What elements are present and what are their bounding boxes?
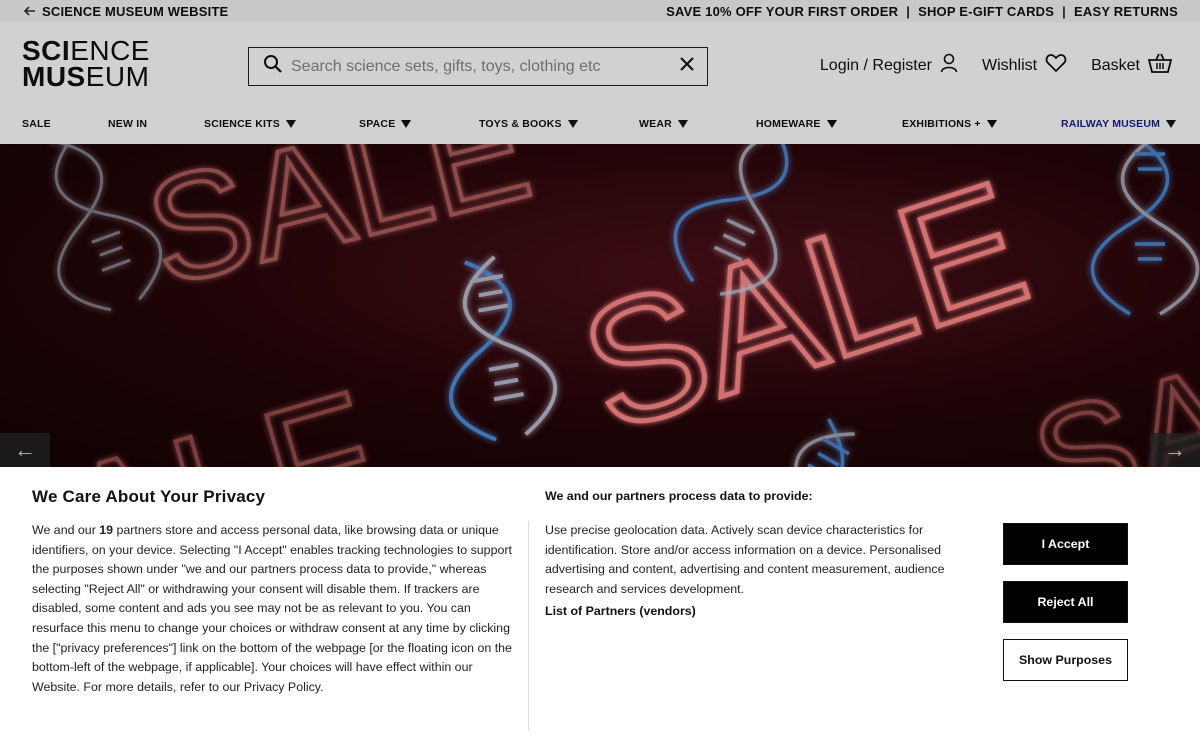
- promo-easy-returns[interactable]: EASY RETURNS: [1074, 4, 1178, 19]
- panel-divider: [528, 521, 529, 731]
- main-navigation: SALE NEW IN SCIENCE KITS SPACE TOYS & BO…: [0, 108, 1200, 144]
- purposes-heading: We and our partners process data to prov…: [545, 489, 813, 503]
- nav-item-new-in[interactable]: NEW IN: [108, 118, 147, 130]
- caret-down-icon: [1166, 120, 1177, 128]
- header-account-links: Login / Register Wishlist Basket: [820, 52, 1173, 79]
- nav-item-exhibitions[interactable]: EXHIBITIONS +: [902, 118, 997, 130]
- privacy-title: We Care About Your Privacy: [32, 487, 266, 506]
- caret-down-icon: [986, 120, 997, 128]
- carousel-next-button[interactable]: →: [1150, 433, 1200, 467]
- privacy-body-rest: partners store and access personal data,…: [32, 523, 512, 694]
- nav-label: RAILWAY MUSEUM: [1061, 118, 1161, 130]
- back-link-label: SCIENCE MUSEUM WEBSITE: [42, 3, 229, 19]
- arrow-left-icon: [23, 4, 36, 19]
- show-purposes-button[interactable]: Show Purposes: [1003, 639, 1128, 681]
- nav-label: EXHIBITIONS +: [902, 118, 981, 130]
- wishlist-label: Wishlist: [981, 56, 1038, 74]
- top-utility-bar: SCIENCE MUSEUM WEBSITE SAVE 10% OFF YOUR…: [0, 0, 1200, 22]
- promo-links: SAVE 10% OFF YOUR FIRST ORDER | SHOP E-G…: [666, 4, 1178, 19]
- back-to-website-link[interactable]: SCIENCE MUSEUM WEBSITE: [23, 3, 229, 19]
- nav-item-wear[interactable]: WEAR: [639, 118, 688, 130]
- nav-label: NEW IN: [108, 118, 148, 130]
- divider: |: [1062, 3, 1066, 19]
- purposes-text: Use precise geolocation data. Actively s…: [545, 523, 945, 596]
- wishlist-link[interactable]: Wishlist: [982, 53, 1067, 78]
- accept-button[interactable]: I Accept: [1003, 523, 1128, 565]
- nav-label: HOMEWARE: [756, 118, 821, 130]
- promo-gift-cards[interactable]: SHOP E-GIFT CARDS: [918, 4, 1054, 19]
- arrow-left-icon: ←: [14, 437, 36, 462]
- basket-link[interactable]: Basket: [1091, 52, 1173, 79]
- dna-helix-icon: [783, 418, 855, 467]
- promo-first-order[interactable]: SAVE 10% OFF YOUR FIRST ORDER: [666, 4, 898, 19]
- neon-sale-text: SALE: [561, 145, 1047, 467]
- login-register-label: Login / Register: [819, 56, 932, 74]
- privacy-description: We and our 19 partners store and access …: [32, 521, 516, 697]
- site-header: SCIENCE MUSEUM Login / Register Wishlist…: [0, 22, 1200, 108]
- hero-banner[interactable]: SALE SALE ALF SA ← →: [0, 144, 1200, 467]
- user-icon: [940, 53, 958, 78]
- logo-line2-bold: MUS: [22, 61, 86, 92]
- nav-item-sale[interactable]: SALE: [22, 118, 51, 130]
- logo-line2-rest: EUM: [85, 61, 150, 92]
- privacy-consent-panel: We Care About Your Privacy We and our 19…: [0, 467, 1200, 740]
- caret-down-icon: [401, 120, 412, 128]
- privacy-body-prefix: We and our: [32, 523, 100, 537]
- search-icon[interactable]: [263, 54, 283, 79]
- login-register-link[interactable]: Login / Register: [820, 53, 958, 78]
- dna-helix-icon: [1090, 144, 1200, 316]
- reject-all-button[interactable]: Reject All: [1003, 581, 1128, 623]
- science-museum-logo[interactable]: SCIENCE MUSEUM: [22, 37, 150, 92]
- nav-label: WEAR: [639, 118, 672, 130]
- basket-label: Basket: [1091, 56, 1140, 74]
- nav-label: SPACE: [359, 118, 396, 130]
- hero-neon-artwork: SALE SALE ALF SA: [41, 144, 1200, 467]
- search-input[interactable]: [291, 57, 679, 76]
- nav-label: SALE: [22, 118, 51, 130]
- carousel-prev-button[interactable]: ←: [0, 433, 50, 467]
- nav-label: SCIENCE KITS: [204, 118, 280, 130]
- neon-sale-text-bottom: ALF: [43, 356, 395, 467]
- caret-down-icon: [677, 120, 688, 128]
- nav-label: TOYS & BOOKS: [479, 118, 562, 130]
- search-bar: [248, 47, 708, 86]
- nav-item-toys-books[interactable]: TOYS & BOOKS: [479, 118, 578, 130]
- arrow-right-icon: →: [1164, 437, 1186, 462]
- caret-down-icon: [285, 120, 296, 128]
- clear-search-icon[interactable]: [679, 56, 695, 77]
- caret-down-icon: [567, 120, 578, 128]
- basket-icon: [1147, 52, 1173, 79]
- nav-item-space[interactable]: SPACE: [359, 118, 412, 130]
- dna-helix-icon: [448, 255, 558, 442]
- neon-sale-text-top: SALE: [132, 144, 545, 317]
- heart-icon: [1045, 53, 1067, 78]
- divider: |: [906, 3, 911, 19]
- caret-down-icon: [826, 120, 837, 128]
- nav-item-homeware[interactable]: HOMEWARE: [756, 118, 837, 130]
- nav-item-science-kits[interactable]: SCIENCE KITS: [204, 118, 296, 130]
- partner-count: 19: [99, 523, 114, 537]
- nav-item-railway-museum[interactable]: RAILWAY MUSEUM: [1061, 118, 1177, 130]
- list-of-partners-link[interactable]: List of Partners (vendors): [545, 604, 696, 618]
